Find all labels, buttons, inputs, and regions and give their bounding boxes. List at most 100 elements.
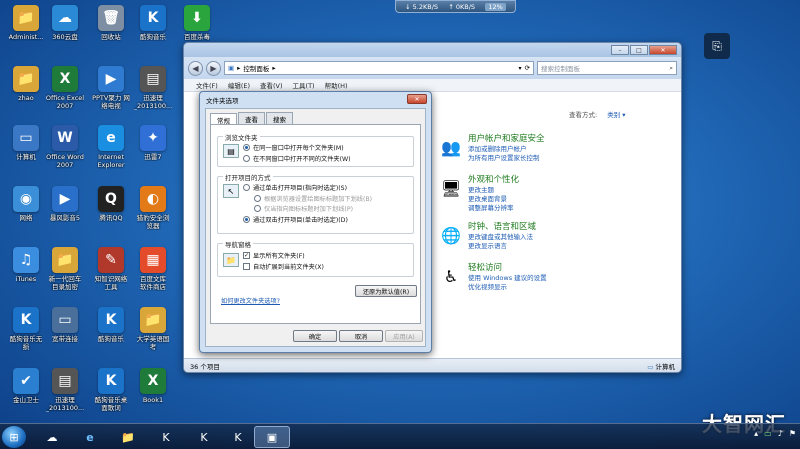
desktop-icon[interactable]: 📁 新一代回车 目录加密 [42,247,88,291]
ok-button[interactable]: 确定 [293,330,337,342]
apply-button[interactable]: 应用(A) [385,330,423,342]
refresh-icon[interactable]: ⟳ [525,64,530,72]
cancel-button[interactable]: 取消 [339,330,383,342]
desktop-icon[interactable]: ▤ 迅速理 _2013100... [42,368,88,412]
desktop-icon[interactable]: ▤ 迅速理 _2013100... [130,66,176,110]
help-link[interactable]: 如何更改文件夹选项? [221,296,280,305]
window-titlebar[interactable]: – □ ✕ [184,43,681,57]
radio-same-window[interactable]: 在同一窗口中打开每个文件夹(M) [243,143,344,152]
desktop-icon[interactable]: ✦ 迅雷7 [130,125,176,161]
restore-defaults-button[interactable]: 还原为默认值(R) [355,285,417,297]
desktop-icon-label: 迅雷7 [144,153,162,161]
desktop-icon[interactable]: ◐ 猎豹安全浏 览器 [130,186,176,230]
desktop-icon[interactable]: ▭ 宽带连接 [42,307,88,343]
taskbar-360-cloud-icon[interactable]: ☁ [34,426,70,448]
taskbar-kugou2-icon[interactable]: K [220,426,256,448]
menu-edit[interactable]: 编辑(E) [228,80,250,90]
taskbar-kugou-icon[interactable]: K [186,426,222,448]
desktop-icon[interactable]: K 酷狗音乐 [130,5,176,41]
checkbox-show-all-folders[interactable]: ✓ 显示所有文件夹(F) [243,251,305,260]
network-monitor[interactable]: ↓ 5.2KB/S ↑ 0KB/S 12% [395,0,516,13]
taskbar-ie-icon[interactable]: e [72,426,108,448]
desktop-icon[interactable]: 🗑 回收站 [88,5,134,41]
desktop-icon[interactable]: 📁 大学英语国 考 [130,307,176,351]
category-link[interactable]: 更改主题 [468,186,519,195]
tray-expand-icon[interactable]: ▴ [754,429,758,438]
minimize-button[interactable]: – [611,45,629,55]
folder-window-icon: ▤ [223,144,239,158]
desktop-app-icon: W [52,125,78,151]
desktop-icon-label: zhao [18,94,34,102]
taskbar: ⊞ ☁ e 📁 K K K ▣ ▴ ▭ ♪ ⚑ [0,423,800,449]
category-title[interactable]: 时钟、语言和区域 [468,222,536,233]
search-input[interactable]: 搜索控制面板 ⌕ [537,61,677,75]
category-link[interactable]: 为所有用户设置家长控制 [468,154,545,163]
tray-flag-icon[interactable]: ⚑ [789,429,796,438]
menu-view[interactable]: 查看(V) [260,80,283,90]
desktop-icon[interactable]: X Book1 [130,368,176,404]
taskbar-kugou-lyrics-icon[interactable]: K [148,426,184,448]
menu-tools[interactable]: 工具(T) [293,80,315,90]
address-dropdown-icon[interactable]: ▾ [519,65,522,72]
category-link[interactable]: 添加或删除用户帐户 [468,145,545,154]
radio-new-window[interactable]: 在不同窗口中打开不同的文件夹(W) [243,154,351,163]
desktop-icon[interactable]: K 酷狗音乐桌 面歌词 [88,368,134,412]
desktop-icon-label: 大学英语国 考 [136,335,170,351]
maximize-button[interactable]: □ [630,45,648,55]
category-link[interactable]: 更改显示语言 [468,242,536,251]
category-title[interactable]: 轻松访问 [468,263,547,274]
dialog-title: 文件夹选项 [206,96,239,105]
start-button[interactable]: ⊞ [2,426,26,448]
desktop-icon[interactable]: K 酷狗音乐 [88,307,134,343]
category-link[interactable]: 更改键盘或其他输入法 [468,233,536,242]
radio-double-click[interactable]: 通过双击打开项目(单击时选定)(D) [243,215,348,224]
category-icon[interactable]: ♿ [438,263,464,289]
back-button[interactable]: ◀ [188,60,203,76]
category-title[interactable]: 外观和个性化 [468,175,519,186]
checkbox-auto-expand[interactable]: 自动扩展到当前文件夹(X) [243,262,324,271]
radio-underline-point[interactable]: 仅当指向图标标题时加下划线(P) [254,204,353,213]
category-link[interactable]: 使用 Windows 建议的设置 [468,274,547,283]
desktop-icon[interactable]: W Office Word 2007 [42,125,88,169]
taskbar-folder-icon[interactable]: 📁 [110,426,146,448]
menu-file[interactable]: 文件(F) [196,80,218,90]
usb-drive-icon[interactable]: ⎘ [704,33,730,59]
category-link[interactable]: 更改桌面背景 [468,195,519,204]
desktop-icon[interactable]: e Internet Explorer [88,125,134,169]
desktop-icon[interactable]: ▶ PPTV聚力 网 络电视 [88,66,134,110]
close-button[interactable]: ✕ [649,45,677,55]
category-link[interactable]: 优化视频显示 [468,283,547,292]
desktop-app-icon: ▤ [140,66,166,92]
desktop-icon[interactable]: ▶ 暴风影音5 [42,186,88,222]
desktop-app-icon: K [13,307,39,333]
taskbar-control-panel-icon[interactable]: ▣ [254,426,290,448]
category-icon[interactable]: 🖥 [438,175,464,201]
upload-speed: ↑ 0KB/S [448,2,476,11]
category-icon[interactable]: 🌐 [438,222,464,248]
dialog-close-button[interactable]: ✕ [407,94,427,104]
desktop-icon[interactable]: X Office Excel 2007 [42,66,88,110]
view-by-dropdown[interactable]: 类别 ▾ [607,111,625,119]
menu-help[interactable]: 帮助(H) [325,80,348,90]
radio-single-click[interactable]: 通过单击打开项目(指向时选定)(S) [243,183,347,192]
forward-button[interactable]: ▶ [206,60,221,76]
desktop-icon[interactable]: ☁ 360云盘 [42,5,88,41]
desktop-app-icon: K [98,307,124,333]
navigation-pane-group: 导航窗格 📁 ✓ 显示所有文件夹(F) 自动扩展到当前文件夹(X) [217,239,414,277]
address-bar[interactable]: ▣ ▸ 控制面板 ▸ ▾ ⟳ [224,61,534,75]
desktop-icon[interactable]: Q 腾讯QQ [88,186,134,222]
system-tray: ▴ ▭ ♪ ⚑ [754,429,796,438]
desktop-app-icon: X [52,66,78,92]
category-link[interactable]: 调整屏幕分辨率 [468,204,519,213]
tray-network-icon[interactable]: ▭ [764,429,772,438]
desktop-app-icon: 🗑 [98,5,124,31]
radio-underline-browser[interactable]: 根据浏览器设置给图标标题加下划线(B) [254,194,372,203]
desktop-icon[interactable]: ✎ 知智识网络 工具 [88,247,134,291]
desktop-icon[interactable]: ▦ 百度文库 软件商店 [130,247,176,291]
category-icon[interactable]: 👥 [438,134,464,160]
dialog-titlebar[interactable]: 文件夹选项 ✕ [200,92,431,107]
desktop-icon[interactable]: ⬇ 百度杀毒 [174,5,220,41]
tray-volume-icon[interactable]: ♪ [778,429,783,438]
desktop-app-icon: 📁 [13,5,39,31]
category-title[interactable]: 用户帐户和家庭安全 [468,134,545,145]
